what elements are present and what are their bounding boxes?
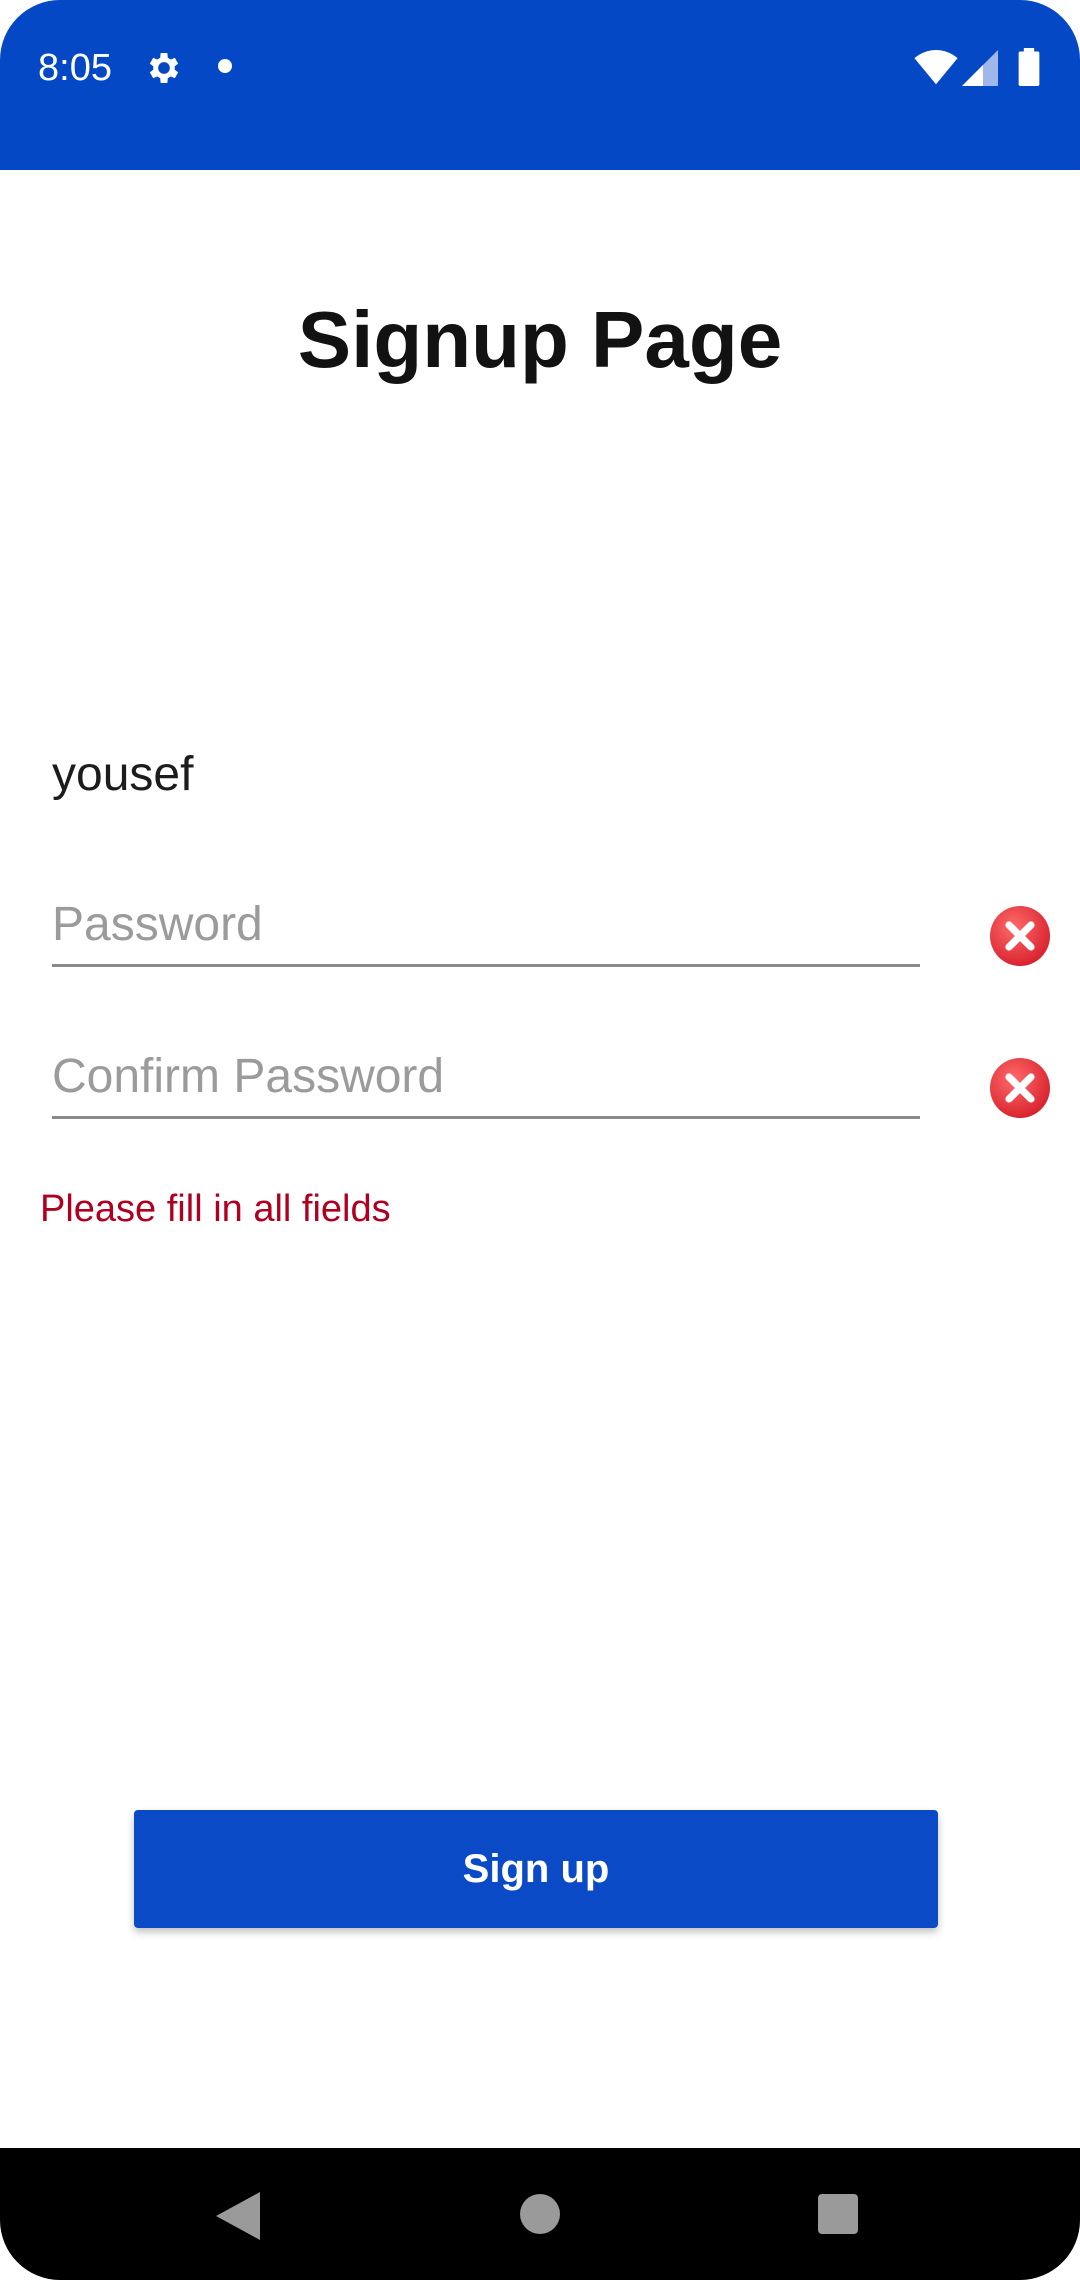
status-bar: 8:05 <box>0 0 1080 170</box>
username-field[interactable]: yousef <box>52 740 922 810</box>
status-time: 8:05 <box>38 47 112 89</box>
app-screen: 8:05 Signup Page yousef Please fill in a… <box>0 0 1080 2280</box>
home-icon[interactable] <box>520 2194 560 2234</box>
confirm-password-field-container <box>52 1036 920 1119</box>
navigation-bar <box>0 2148 1080 2280</box>
signup-button[interactable]: Sign up <box>134 1810 938 1928</box>
signal-icon <box>962 50 998 86</box>
wifi-icon <box>914 50 958 85</box>
error-icon <box>990 906 1050 966</box>
notification-dot-icon <box>218 59 232 73</box>
recents-icon[interactable] <box>818 2194 858 2234</box>
error-icon <box>990 1058 1050 1118</box>
page-title: Signup Page <box>297 295 783 384</box>
password-field-container <box>52 884 920 967</box>
error-message: Please fill in all fields <box>40 1188 391 1230</box>
back-icon[interactable] <box>216 2192 260 2240</box>
gear-icon <box>149 53 179 83</box>
confirm-password-input[interactable] <box>52 1036 920 1116</box>
password-input[interactable] <box>52 884 920 964</box>
battery-icon <box>1018 48 1040 86</box>
